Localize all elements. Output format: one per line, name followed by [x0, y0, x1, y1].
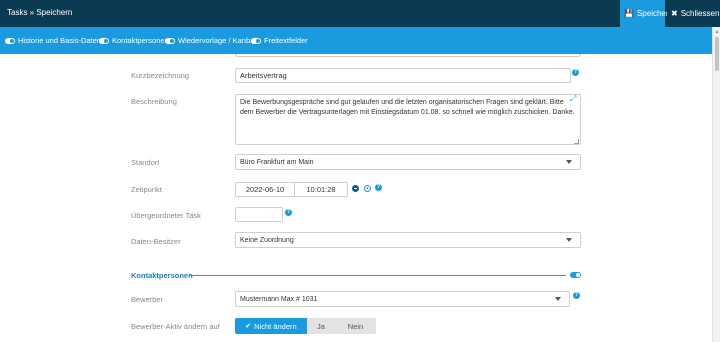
section-divider: [190, 275, 566, 276]
option-ja[interactable]: Ja: [307, 318, 335, 334]
tab-historie[interactable]: Historie und Basis-Daten: [5, 27, 101, 54]
vertical-scrollbar[interactable]: ▲: [712, 27, 720, 342]
help-icon[interactable]: ?: [375, 184, 382, 191]
resize-grip-icon[interactable]: [574, 139, 579, 144]
toggle-icon: [5, 37, 15, 44]
tab-freitextfelder[interactable]: Freitextfelder: [251, 27, 308, 54]
tab-label: Freitextfelder: [264, 36, 308, 45]
uebergeordneter-task-input[interactable]: [235, 207, 283, 222]
uebergeordneter-task-label: Übergeordneter Task: [131, 211, 201, 220]
option-label: Ja: [317, 321, 325, 331]
bewerber-select[interactable]: Mustermann Max # 1031: [235, 291, 570, 307]
bewerber-aktiv-label: Bewerber-Aktiv ändern auf: [131, 322, 220, 331]
form-content: Kurzbezeichnung Arbeitsvertrag ? Beschre…: [0, 54, 712, 342]
section-toggle[interactable]: [570, 272, 581, 278]
daten-besitzer-label: Daten-Besitzer: [131, 237, 181, 246]
close-button[interactable]: ✖ Schliessen: [667, 0, 719, 27]
toggle-icon: [251, 37, 261, 44]
standort-value: Büro Frankfurt am Main: [240, 158, 314, 166]
zeitpunkt-label: Zeitpunkt: [131, 185, 162, 194]
daten-besitzer-value: Keine Zuordnung: [240, 236, 294, 244]
chevron-down-icon: [566, 238, 572, 242]
bewerber-label: Bewerber: [131, 295, 164, 304]
daten-besitzer-select[interactable]: Keine Zuordnung: [235, 232, 581, 248]
toggle-icon: [99, 37, 109, 44]
kurzbezeichnung-input[interactable]: Arbeitsvertrag: [235, 68, 571, 83]
floppy-disk-icon: 💾: [624, 9, 634, 18]
date-input[interactable]: 2022-06-10: [235, 182, 295, 197]
option-nicht-aendern[interactable]: ✔ Nicht ändern: [235, 318, 307, 334]
tab-kontaktpersonen[interactable]: Kontaktpersonen: [99, 27, 169, 54]
help-icon[interactable]: ?: [285, 209, 292, 216]
option-label: Nein: [347, 321, 364, 331]
clock-icon[interactable]: [364, 185, 371, 192]
standort-label: Standort: [131, 158, 160, 167]
scroll-up-arrow-icon[interactable]: ▲: [713, 29, 720, 35]
beschreibung-label: Beschreibung: [131, 97, 177, 106]
page-title: Tasks » Speichern: [7, 8, 73, 17]
tab-bar: Historie und Basis-Daten Kontaktpersonen…: [0, 27, 712, 54]
tab-label: Historie und Basis-Daten: [18, 36, 101, 45]
beschreibung-textarea[interactable]: Die Bewerbungsgespräche sind gut gelaufe…: [235, 94, 581, 145]
tab-wiedervorlage[interactable]: Wiedervorlage / Kanban: [165, 27, 258, 54]
chevron-down-icon: [555, 297, 561, 301]
save-button[interactable]: 💾 Speichern: [620, 0, 673, 27]
help-icon[interactable]: ?: [573, 292, 580, 299]
top-bar: Tasks » Speichern 💾 Speichern ✖ Schliess…: [0, 0, 720, 27]
help-icon[interactable]: ?: [572, 69, 579, 76]
option-nein[interactable]: Nein: [335, 318, 376, 334]
section-title-kontaktpersonen: Kontaktpersonen: [131, 271, 193, 280]
tab-label: Kontaktpersonen: [112, 36, 169, 45]
kurzbezeichnung-label: Kurzbezeichnung: [131, 71, 189, 80]
tab-label: Wiedervorlage / Kanban: [178, 36, 259, 45]
toggle-icon: [165, 37, 175, 44]
chevron-down-icon: [566, 160, 572, 164]
expand-icon[interactable]: ⤢: [570, 94, 576, 104]
standort-select[interactable]: Büro Frankfurt am Main: [235, 154, 581, 170]
previous-field-edge: [235, 54, 581, 57]
close-icon: ✖: [671, 9, 678, 18]
bewerber-value: Mustermann Max # 1031: [240, 295, 318, 303]
close-button-label: Schliessen: [680, 9, 720, 18]
clear-icon[interactable]: [352, 185, 359, 192]
scrollbar-thumb[interactable]: [715, 37, 719, 71]
option-label: Nicht ändern: [254, 321, 297, 331]
check-icon: ✔: [245, 323, 252, 330]
time-input[interactable]: 10:01:28: [294, 182, 348, 197]
